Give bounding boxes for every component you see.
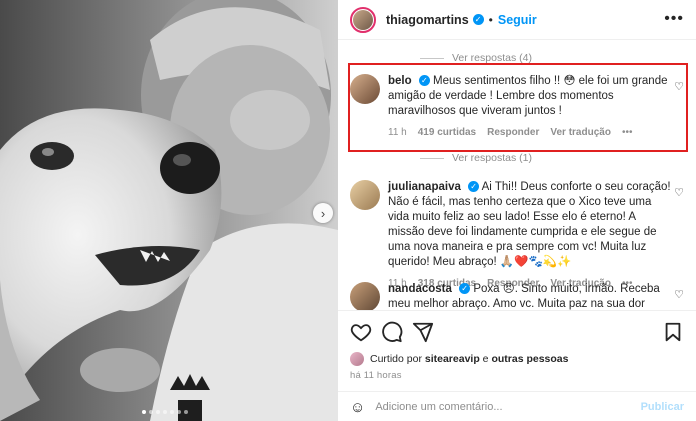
- separator-dot: •: [488, 12, 493, 27]
- carousel-dot: [184, 410, 188, 414]
- like-comment-heart-icon[interactable]: ♡: [674, 288, 684, 301]
- share-icon[interactable]: [412, 321, 434, 343]
- carousel-dot: [156, 410, 160, 414]
- post-actions: Curtido por siteareavip e outras pessoas…: [338, 310, 696, 421]
- view-replies-link[interactable]: Ver respostas (1): [420, 152, 532, 164]
- carousel-dot: [170, 410, 174, 414]
- comment-input[interactable]: Adicione um comentário...: [375, 401, 502, 413]
- carousel-dot: [142, 410, 146, 414]
- carousel-dot: [163, 410, 167, 414]
- comment-text: Ai Thi!! Deus conforte o seu coração! Nã…: [388, 181, 671, 268]
- verified-badge-icon: ✓: [468, 181, 480, 193]
- commenter-username[interactable]: nandacosta: [388, 283, 452, 295]
- carousel-dot: [177, 410, 181, 414]
- post-photo: ›: [0, 0, 338, 421]
- publish-button[interactable]: Publicar: [641, 401, 684, 413]
- comment-body: juulianapaiva ✓ Ai Thi!! Deus conforte o…: [388, 180, 672, 291]
- comment-item: juulianapaiva ✓ Ai Thi!! Deus conforte o…: [350, 180, 686, 289]
- next-image-button[interactable]: ›: [313, 203, 333, 223]
- chevron-right-icon: ›: [320, 205, 326, 221]
- photo-illustration: [0, 0, 338, 421]
- author-avatar[interactable]: [350, 6, 376, 33]
- highlight-box: [348, 63, 688, 152]
- replies-line: [420, 57, 444, 59]
- more-options-button[interactable]: •••: [664, 10, 684, 28]
- heart-icon[interactable]: [350, 321, 372, 343]
- add-comment-row: ☺ Adicione um comentário... Publicar: [338, 391, 696, 421]
- comment-body: nandacosta ✓ Poxa 😣. Sinto muito, irmão.…: [388, 282, 672, 310]
- liked-by-conj: e: [482, 353, 489, 365]
- liked-by-summary: Curtido por siteareavip e outras pessoas: [350, 352, 568, 366]
- view-replies-label: Ver respostas (1): [452, 152, 532, 164]
- commenter-username[interactable]: juulianapaiva: [388, 181, 461, 193]
- follow-button[interactable]: Seguir: [498, 13, 537, 27]
- carousel-dot: [149, 410, 153, 414]
- emoji-icon[interactable]: ☺: [350, 399, 365, 416]
- replies-line: [420, 157, 444, 159]
- verified-badge-icon: ✓: [472, 14, 484, 25]
- liked-by-user[interactable]: siteareavip: [425, 353, 480, 365]
- liker-avatar[interactable]: [350, 352, 364, 366]
- liked-by-prefix: Curtido por: [370, 353, 422, 365]
- comment-icon[interactable]: [381, 321, 403, 343]
- action-icons: [350, 321, 684, 343]
- like-comment-heart-icon[interactable]: ♡: [674, 186, 684, 199]
- liked-by-others[interactable]: outras pessoas: [491, 353, 568, 365]
- carousel-dots: [142, 410, 188, 414]
- author-username[interactable]: thiagomartins: [386, 13, 469, 27]
- verified-badge-icon: ✓: [459, 283, 471, 295]
- commenter-avatar[interactable]: [350, 282, 380, 310]
- commenter-avatar[interactable]: [350, 180, 380, 210]
- comment-item: nandacosta ✓ Poxa 😣. Sinto muito, irmão.…: [350, 282, 686, 310]
- post-header: thiagomartins ✓ • Seguir •••: [338, 0, 696, 40]
- bookmark-icon[interactable]: [662, 321, 684, 343]
- post-timestamp[interactable]: há 11 horas: [350, 370, 402, 381]
